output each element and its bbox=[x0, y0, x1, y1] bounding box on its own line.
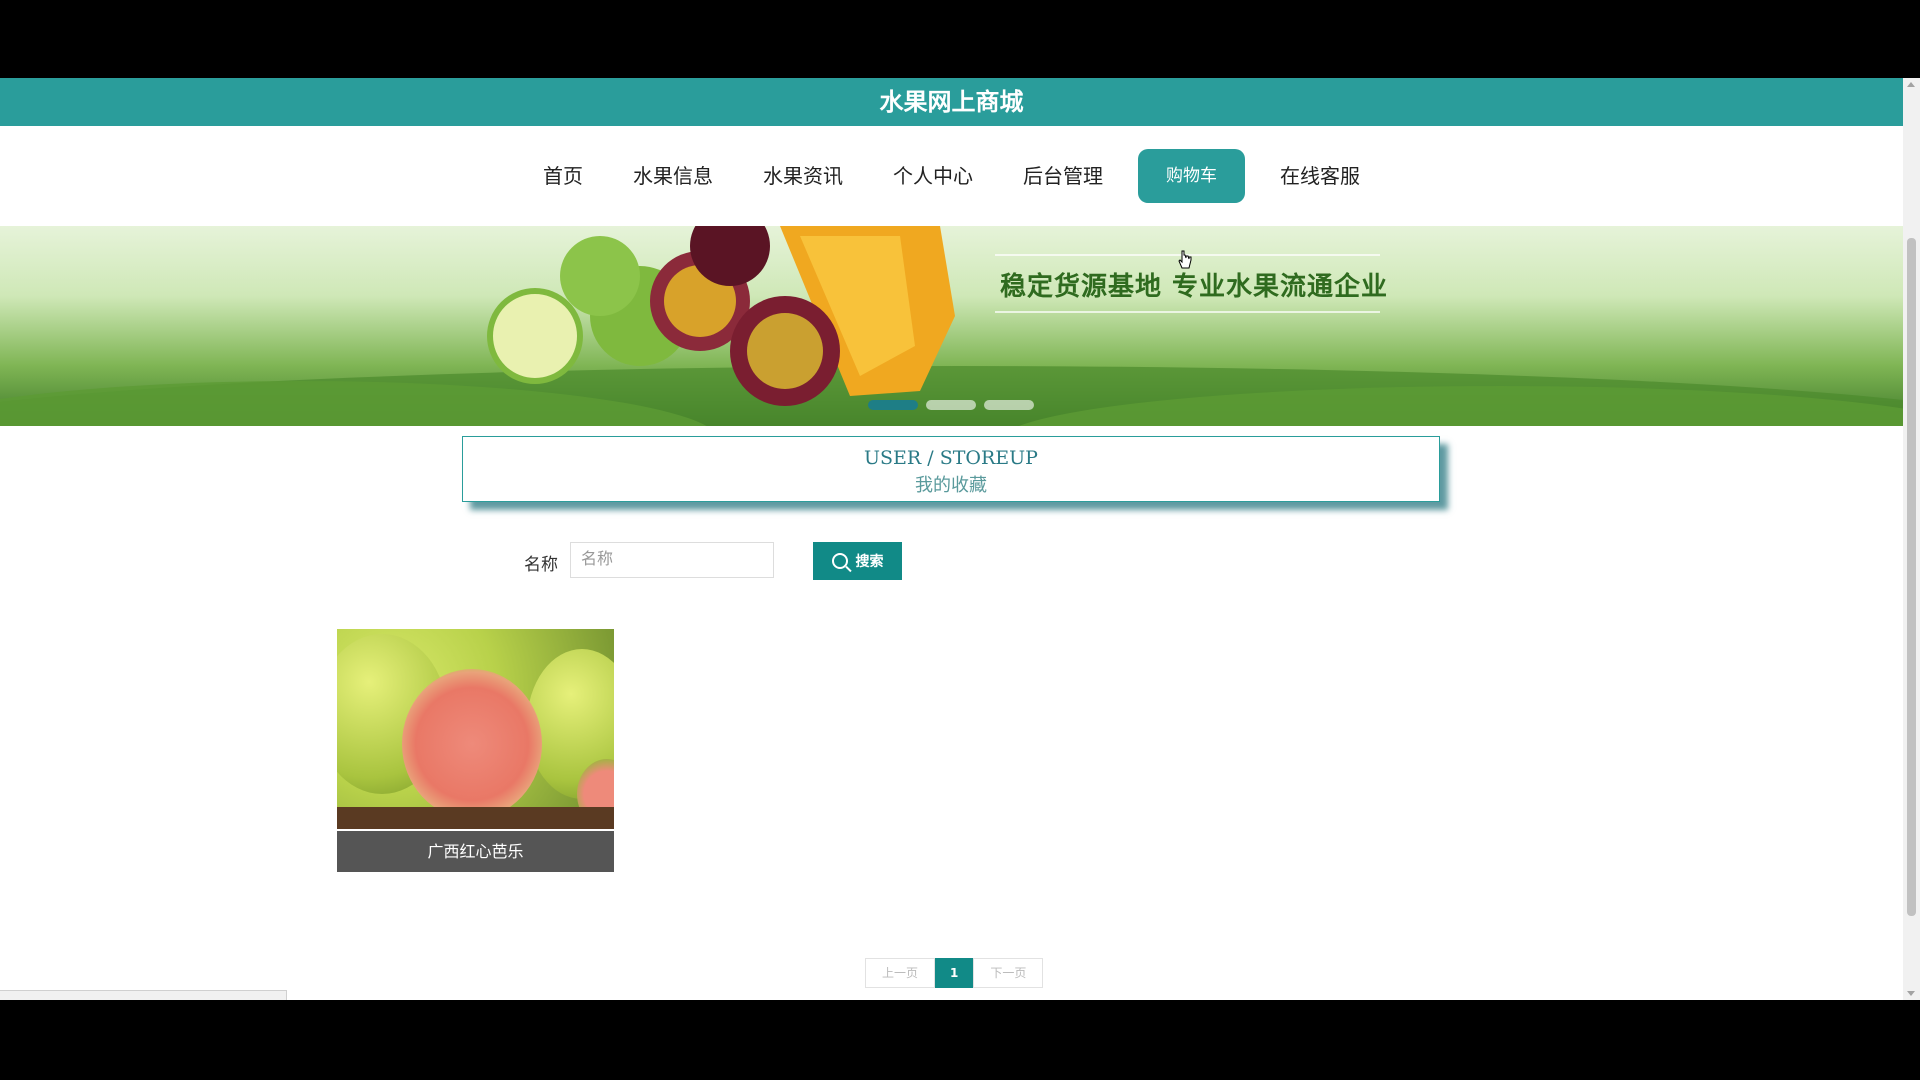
search-button[interactable]: 搜索 bbox=[813, 542, 902, 580]
browser-status-bar bbox=[0, 990, 287, 1000]
search-label: 名称 bbox=[524, 555, 558, 575]
section-title-cn: 我的收藏 bbox=[915, 475, 987, 496]
banner-fruit-image bbox=[0, 226, 1903, 426]
banner-slogan: 稳定货源基地 专业水果流通企业 bbox=[1000, 272, 1389, 302]
section-header: USER / STOREUP 我的收藏 bbox=[462, 436, 1440, 502]
nav-item-fruit-news[interactable]: 水果资讯 bbox=[748, 149, 858, 203]
search-icon bbox=[831, 553, 848, 569]
nav-item-fruit-info[interactable]: 水果信息 bbox=[618, 149, 728, 203]
carousel-dot-1[interactable] bbox=[868, 400, 918, 410]
nav-item-cart[interactable]: 购物车 bbox=[1138, 149, 1245, 203]
product-image[interactable] bbox=[337, 629, 614, 829]
scroll-up-icon[interactable] bbox=[1907, 82, 1915, 87]
banner-carousel: 稳定货源基地 专业水果流通企业 bbox=[0, 226, 1903, 426]
nav-item-home[interactable]: 首页 bbox=[528, 149, 598, 203]
nav-item-user-center[interactable]: 个人中心 bbox=[878, 149, 988, 203]
banner-decor-line bbox=[995, 311, 1380, 313]
nav-item-admin[interactable]: 后台管理 bbox=[1008, 149, 1118, 203]
scroll-thumb[interactable] bbox=[1907, 238, 1916, 916]
next-page-button[interactable]: 下一页 bbox=[973, 958, 1044, 988]
favorite-item-card[interactable]: 广西红心芭乐 bbox=[337, 629, 614, 872]
page-scrollbar[interactable] bbox=[1903, 78, 1920, 1000]
carousel-indicators bbox=[868, 398, 1044, 412]
nav-item-support[interactable]: 在线客服 bbox=[1265, 149, 1375, 203]
carousel-dot-3[interactable] bbox=[984, 400, 1034, 410]
scroll-down-icon[interactable] bbox=[1907, 991, 1915, 996]
search-input[interactable] bbox=[570, 542, 774, 578]
section-title-en: USER / STOREUP bbox=[864, 447, 1038, 469]
carousel-dot-2[interactable] bbox=[926, 400, 976, 410]
mouse-pointer-icon bbox=[1178, 250, 1192, 269]
browser-viewport: 水果网上商城 首页 水果信息 水果资讯 个人中心 后台管理 购物车 在线客服 稳… bbox=[0, 78, 1920, 1000]
prev-page-button[interactable]: 上一页 bbox=[865, 958, 936, 988]
main-nav: 首页 水果信息 水果资讯 个人中心 后台管理 购物车 在线客服 bbox=[0, 126, 1903, 226]
wooden-table bbox=[337, 807, 614, 829]
site-title-bar: 水果网上商城 bbox=[0, 78, 1903, 126]
search-button-label: 搜索 bbox=[855, 553, 884, 569]
page-number-button[interactable]: 1 bbox=[935, 958, 974, 988]
guava-cut-half bbox=[402, 669, 542, 819]
search-bar: 名称 搜索 bbox=[520, 540, 1120, 580]
product-name[interactable]: 广西红心芭乐 bbox=[337, 831, 614, 872]
pagination: 上一页 1 下一页 bbox=[865, 958, 1044, 988]
site-title: 水果网上商城 bbox=[879, 88, 1024, 116]
